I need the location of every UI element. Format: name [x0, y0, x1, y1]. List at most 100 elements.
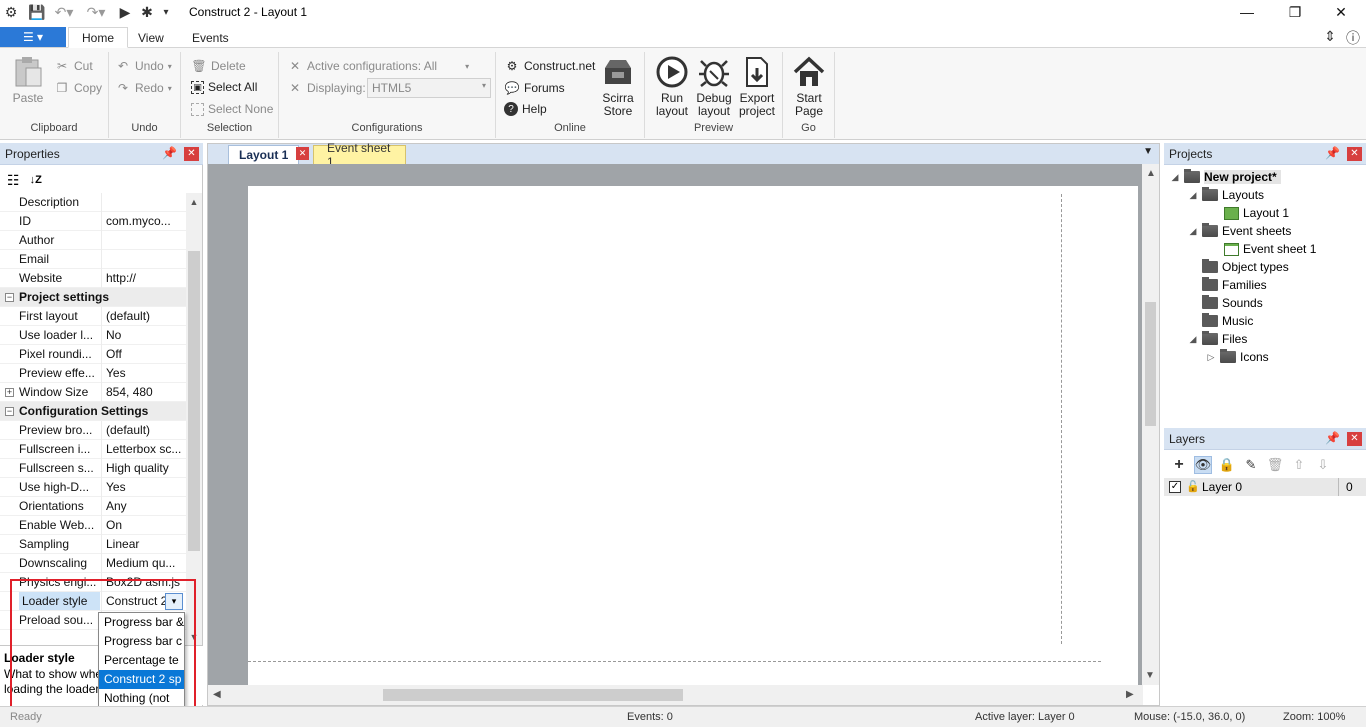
move-up-icon[interactable]: ⇧: [1290, 456, 1308, 474]
property-value[interactable]: Any: [101, 496, 184, 516]
property-value[interactable]: 854, 480: [101, 382, 184, 402]
ribbon-collapse-icon[interactable]: ⇕: [1324, 28, 1336, 48]
property-value[interactable]: Letterbox sc...: [101, 439, 184, 459]
forums-button[interactable]: 💬 Forums: [504, 80, 565, 96]
tree-item-files[interactable]: ◢ Files: [1188, 330, 1247, 348]
tab-layout-1[interactable]: Layout 1: [228, 145, 300, 164]
expanded-arrow-icon[interactable]: ◢: [1188, 334, 1198, 345]
layout-canvas[interactable]: [208, 164, 1143, 685]
delete-button[interactable]: 🗑 Delete: [191, 58, 245, 74]
pin-icon[interactable]: 📌: [162, 146, 177, 160]
scroll-up-icon[interactable]: ▲: [186, 197, 202, 207]
copy-button[interactable]: ❐ Copy: [54, 80, 102, 96]
about-info-icon[interactable]: ⓘ: [1346, 28, 1360, 48]
tab-event-sheet-1[interactable]: Event sheet 1: [313, 141, 406, 169]
tree-item-object-types[interactable]: Object types: [1188, 258, 1289, 276]
help-button[interactable]: ? Help: [504, 102, 547, 116]
property-row[interactable]: Preview effe... Yes: [0, 363, 186, 383]
pencil-icon[interactable]: ✎: [1242, 456, 1260, 474]
scrollbar-thumb[interactable]: [383, 689, 683, 701]
tree-item-icons[interactable]: ▷ Icons: [1206, 348, 1269, 366]
dropdown-option[interactable]: Percentage te: [99, 651, 184, 670]
debug-layout-button[interactable]: Debug layout: [690, 54, 738, 118]
scroll-down-icon[interactable]: ▼: [1145, 670, 1155, 681]
run-layout-button[interactable]: Run layout: [648, 54, 696, 118]
property-row[interactable]: ID com.myco...: [0, 211, 186, 231]
expand-icon[interactable]: +: [5, 388, 14, 397]
scirra-store-button[interactable]: Scirra Store: [594, 54, 642, 118]
tab-events[interactable]: Events: [179, 27, 242, 48]
property-row[interactable]: Preview bro... (default): [0, 420, 186, 440]
loader-style-dropdown-button[interactable]: ▾: [165, 593, 183, 610]
displaying-select[interactable]: HTML5 ▾: [367, 78, 491, 98]
property-row[interactable]: Description: [0, 193, 186, 212]
save-icon[interactable]: 💾: [28, 3, 46, 21]
scroll-right-icon[interactable]: ▶: [1126, 689, 1134, 700]
property-value[interactable]: (default): [101, 420, 184, 440]
property-row[interactable]: Author: [0, 230, 186, 250]
dropdown-option[interactable]: Progress bar &: [99, 613, 184, 632]
property-row[interactable]: Enable Web... On: [0, 515, 186, 535]
property-row[interactable]: Email: [0, 249, 186, 269]
maximize-button[interactable]: ❐: [1272, 0, 1318, 24]
property-value[interactable]: Off: [101, 344, 184, 364]
collapsed-arrow-icon[interactable]: ▷: [1206, 352, 1216, 363]
layer-lock-icon[interactable]: 🔓: [1186, 480, 1200, 493]
expanded-arrow-icon[interactable]: ◢: [1188, 226, 1198, 237]
eye-icon[interactable]: 👁: [1194, 456, 1212, 474]
canvas-horizontal-scrollbar[interactable]: ◀ ▶: [208, 685, 1143, 705]
property-row[interactable]: First layout (default): [0, 306, 186, 326]
scroll-down-icon[interactable]: ▼: [186, 632, 202, 642]
dropdown-option-selected[interactable]: Construct 2 sp: [99, 670, 184, 689]
property-value[interactable]: On: [101, 515, 184, 535]
construct-net-button[interactable]: ⚙ Construct.net: [504, 58, 596, 74]
active-configurations-dropdown[interactable]: ✕ Active configurations: All ▾: [287, 58, 469, 74]
close-icon[interactable]: ✕: [1347, 432, 1362, 446]
layout-surface[interactable]: [248, 186, 1138, 685]
close-tab-icon[interactable]: ✕: [296, 147, 309, 160]
trash-icon[interactable]: 🗑: [1266, 456, 1284, 474]
add-layer-icon[interactable]: +: [1170, 456, 1188, 474]
collapse-icon[interactable]: −: [5, 407, 14, 416]
canvas-vertical-scrollbar[interactable]: ▲: [1142, 164, 1159, 685]
close-icon[interactable]: ✕: [184, 147, 199, 161]
tree-item-layout-1[interactable]: Layout 1: [1210, 204, 1289, 222]
scroll-left-icon[interactable]: ◀: [213, 689, 221, 700]
property-row[interactable]: Sampling Linear: [0, 534, 186, 554]
tree-item-music[interactable]: Music: [1188, 312, 1253, 330]
tree-item-sounds[interactable]: Sounds: [1188, 294, 1263, 312]
property-row[interactable]: Fullscreen s... High quality: [0, 458, 186, 478]
property-value[interactable]: [101, 249, 184, 269]
move-down-icon[interactable]: ⇩: [1314, 456, 1332, 474]
property-row[interactable]: Downscaling Medium qu...: [0, 553, 186, 573]
property-value[interactable]: Linear: [101, 534, 184, 554]
property-row[interactable]: Pixel roundi... Off: [0, 344, 186, 364]
tree-item-event-sheet-1[interactable]: Event sheet 1: [1210, 240, 1316, 258]
sort-alphabetical-icon[interactable]: ↓Z: [30, 174, 42, 186]
run-quick-icon[interactable]: ▶: [116, 3, 134, 21]
dropdown-option[interactable]: Progress bar c: [99, 632, 184, 651]
close-button[interactable]: ✕: [1318, 0, 1364, 24]
start-page-button[interactable]: Start Page: [785, 54, 833, 118]
minimize-button[interactable]: —: [1224, 0, 1270, 24]
tab-list-dropdown-icon[interactable]: ▼: [1143, 146, 1153, 157]
tab-view[interactable]: View: [125, 27, 177, 48]
undo-button[interactable]: ↶ Undo ▾: [115, 58, 172, 74]
property-row-loader-style[interactable]: Loader style Construct 2: [0, 591, 186, 611]
scrollbar-thumb[interactable]: [1145, 302, 1156, 426]
app-menu-button[interactable]: ☰ ▾: [0, 27, 66, 47]
property-value[interactable]: Medium qu...: [101, 553, 184, 573]
property-value[interactable]: (default): [101, 306, 184, 326]
tree-item-families[interactable]: Families: [1188, 276, 1267, 294]
property-row[interactable]: Orientations Any: [0, 496, 186, 516]
property-row[interactable]: + Window Size 854, 480: [0, 382, 186, 402]
pin-icon[interactable]: 📌: [1325, 431, 1340, 445]
lock-icon[interactable]: 🔒: [1218, 456, 1236, 474]
property-row[interactable]: Website http://: [0, 268, 186, 288]
properties-scrollbar[interactable]: ▲ ▼: [186, 193, 202, 646]
property-value[interactable]: [101, 230, 184, 250]
tree-item-project[interactable]: ◢ New project*: [1170, 168, 1281, 186]
categorized-view-icon[interactable]: ☷: [7, 172, 20, 189]
close-icon[interactable]: ✕: [1347, 147, 1362, 161]
property-value[interactable]: High quality: [101, 458, 184, 478]
